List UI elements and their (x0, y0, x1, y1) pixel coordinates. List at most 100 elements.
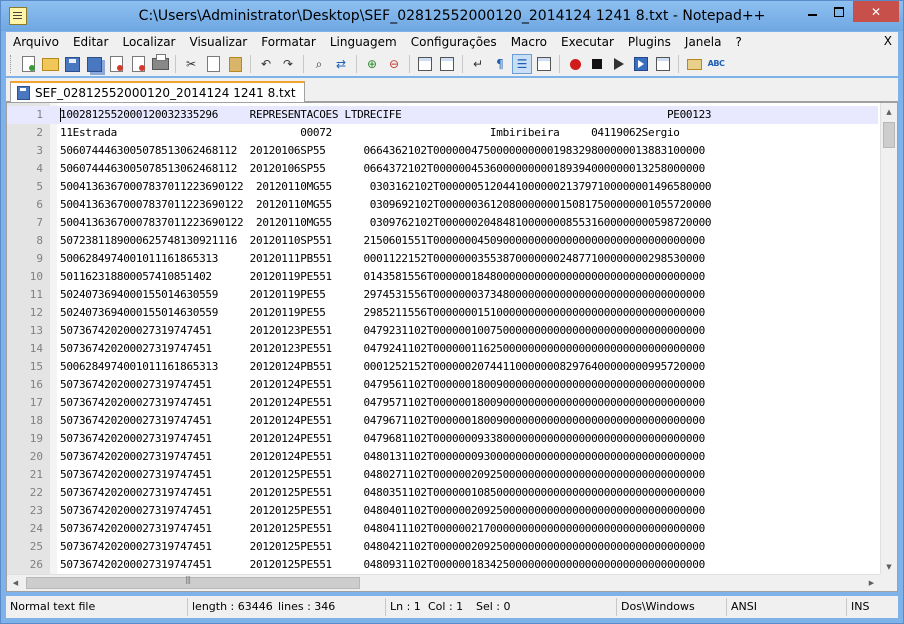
line-text[interactable]: 5006284974001011161865313 20120111PB551 … (60, 250, 878, 268)
horizontal-scrollbar[interactable]: ◀ ▶ (7, 574, 880, 591)
find-button[interactable]: ⌕ (309, 54, 329, 74)
line-text[interactable]: 5060744463005078513062468112 20120106SP5… (60, 160, 878, 178)
editor-line[interactable]: 22 507367420200027319747451 20120125PE551… (7, 484, 878, 502)
menu-executar[interactable]: Executar (554, 35, 621, 49)
save-macro-button[interactable] (653, 54, 673, 74)
line-text[interactable]: 507367420200027319747451 20120125PE551 0… (60, 484, 878, 502)
editor-line[interactable]: 10 501162318800057410851402 20120119PE551… (7, 268, 878, 286)
minimize-button[interactable] (799, 1, 825, 22)
close-all-button[interactable] (128, 54, 148, 74)
cut-button[interactable]: ✂ (181, 54, 201, 74)
sync-vertical-button[interactable] (415, 54, 435, 74)
editor-line[interactable]: 1 1002812552000120032335296 REPRESENTACOE… (7, 106, 878, 124)
close-window-button[interactable]: ✕ (853, 1, 899, 22)
editor-line[interactable]: 3 5060744463005078513062468112 20120106SP… (7, 142, 878, 160)
line-text[interactable]: 507367420200027319747451 20120125PE551 0… (60, 538, 878, 556)
line-text[interactable]: 507367420200027319747451 20120125PE551 0… (60, 556, 878, 574)
scroll-left-icon[interactable]: ◀ (7, 575, 24, 591)
line-text[interactable]: 5060744463005078513062468112 20120106SP5… (60, 142, 878, 160)
editor-line[interactable]: 25 507367420200027319747451 20120125PE551… (7, 538, 878, 556)
spellcheck-button[interactable]: ABC (706, 54, 726, 74)
indent-guide-button[interactable]: ☰ (512, 54, 532, 74)
editor-line[interactable]: 17 507367420200027319747451 20120124PE551… (7, 394, 878, 412)
line-text[interactable]: 50041363670007837011223690122 20120110MG… (60, 178, 878, 196)
vertical-scroll-thumb[interactable] (883, 122, 895, 148)
new-file-button[interactable] (18, 54, 38, 74)
editor-line[interactable]: 23 507367420200027319747451 20120125PE551… (7, 502, 878, 520)
scroll-down-icon[interactable]: ▼ (881, 558, 897, 575)
zoom-out-button[interactable]: ⊖ (384, 54, 404, 74)
editor-line[interactable]: 16 507367420200027319747451 20120124PE551… (7, 376, 878, 394)
line-text[interactable]: 507367420200027319747451 20120125PE551 0… (60, 502, 878, 520)
line-text[interactable]: 50041363670007837011223690122 20120110MG… (60, 196, 878, 214)
tab-document[interactable]: SEF_02812552000120_2014124 1241 8.txt (10, 81, 305, 102)
editor-line[interactable]: 12 5024073694000155014630559 20120119PE55… (7, 304, 878, 322)
notepadpp-app-icon[interactable] (9, 7, 27, 25)
editor-lines[interactable]: 1 1002812552000120032335296 REPRESENTACOE… (7, 106, 878, 574)
menu-visualizar[interactable]: Visualizar (183, 35, 255, 49)
sync-horizontal-button[interactable] (437, 54, 457, 74)
editor-line[interactable]: 14 507367420200027319747451 20120123PE551… (7, 340, 878, 358)
horizontal-scroll-thumb[interactable] (26, 575, 360, 589)
playback-button[interactable] (609, 54, 629, 74)
line-text[interactable]: 507367420200027319747451 20120124PE551 0… (60, 430, 878, 448)
line-text[interactable]: 5006284974001011161865313 20120124PB551 … (60, 358, 878, 376)
editor-line[interactable]: 19 507367420200027319747451 20120124PE551… (7, 430, 878, 448)
line-text[interactable]: 507367420200027319747451 20120123PE551 0… (60, 322, 878, 340)
editor-line[interactable]: 9 5006284974001011161865313 20120111PB551… (7, 250, 878, 268)
run-macro-multiple-button[interactable] (631, 54, 651, 74)
stop-record-button[interactable] (587, 54, 607, 74)
redo-button[interactable]: ↷ (278, 54, 298, 74)
word-wrap-button[interactable]: ↵ (468, 54, 488, 74)
editor-line[interactable]: 5 50041363670007837011223690122 20120110M… (7, 178, 878, 196)
mail-button[interactable] (684, 54, 704, 74)
editor-line[interactable]: 8 5072381189000625748130921116 20120110SP… (7, 232, 878, 250)
editor-line[interactable]: 26 507367420200027319747451 20120125PE551… (7, 556, 878, 574)
line-text[interactable]: 501162318800057410851402 20120119PE551 0… (60, 268, 878, 286)
toolbar-grip[interactable] (10, 55, 14, 73)
scroll-right-icon[interactable]: ▶ (863, 575, 880, 591)
line-text[interactable]: 507367420200027319747451 20120125PE551 0… (60, 520, 878, 538)
menu-help[interactable]: ? (728, 35, 748, 49)
line-text[interactable]: 507367420200027319747451 20120124PE551 0… (60, 376, 878, 394)
menu-macro[interactable]: Macro (504, 35, 554, 49)
line-text[interactable]: 5024073694000155014630559 20120119PE55 2… (60, 304, 878, 322)
menu-arquivo[interactable]: Arquivo (6, 35, 66, 49)
editor-line[interactable]: 20 507367420200027319747451 20120124PE551… (7, 448, 878, 466)
menu-formatar[interactable]: Formatar (254, 35, 323, 49)
menu-editar[interactable]: Editar (66, 35, 116, 49)
zoom-in-button[interactable]: ⊕ (362, 54, 382, 74)
undo-button[interactable]: ↶ (256, 54, 276, 74)
menu-plugins[interactable]: Plugins (621, 35, 678, 49)
paste-button[interactable] (225, 54, 245, 74)
line-text[interactable]: 1002812552000120032335296 REPRESENTACOES… (60, 106, 878, 124)
vertical-scrollbar[interactable]: ▲ ▼ (880, 103, 897, 575)
editor-line[interactable]: 6 50041363670007837011223690122 20120110M… (7, 196, 878, 214)
doc-map-button[interactable] (534, 54, 554, 74)
editor-line[interactable]: 4 5060744463005078513062468112 20120106SP… (7, 160, 878, 178)
menu-linguagem[interactable]: Linguagem (323, 35, 404, 49)
save-button[interactable] (62, 54, 82, 74)
copy-button[interactable] (203, 54, 223, 74)
editor-line[interactable]: 24 507367420200027319747451 20120125PE551… (7, 520, 878, 538)
menu-janela[interactable]: Janela (678, 35, 729, 49)
line-text[interactable]: 5024073694000155014630559 20120119PE55 2… (60, 286, 878, 304)
line-text[interactable]: 507367420200027319747451 20120123PE551 0… (60, 340, 878, 358)
editor-line[interactable]: 2 11Estrada 00072 Imbiribeira 04119062Ser… (7, 124, 878, 142)
menu-configuracoes[interactable]: Configurações (404, 35, 504, 49)
open-file-button[interactable] (40, 54, 60, 74)
line-text[interactable]: 507367420200027319747451 20120124PE551 0… (60, 412, 878, 430)
line-text[interactable]: 11Estrada 00072 Imbiribeira 04119062Serg… (60, 124, 878, 142)
title-bar[interactable]: C:\Users\Administrator\Desktop\SEF_02812… (1, 1, 903, 31)
editor-line[interactable]: 11 5024073694000155014630559 20120119PE55… (7, 286, 878, 304)
print-button[interactable] (150, 54, 170, 74)
close-file-button[interactable] (106, 54, 126, 74)
editor-line[interactable]: 21 507367420200027319747451 20120125PE551… (7, 466, 878, 484)
line-text[interactable]: 507367420200027319747451 20120125PE551 0… (60, 466, 878, 484)
line-text[interactable]: 5072381189000625748130921116 20120110SP5… (60, 232, 878, 250)
maximize-button[interactable] (826, 1, 852, 22)
menu-localizar[interactable]: Localizar (115, 35, 182, 49)
text-editor[interactable]: 1 1002812552000120032335296 REPRESENTACOE… (6, 102, 898, 592)
line-text[interactable]: 507367420200027319747451 20120124PE551 0… (60, 394, 878, 412)
show-all-chars-button[interactable]: ¶ (490, 54, 510, 74)
